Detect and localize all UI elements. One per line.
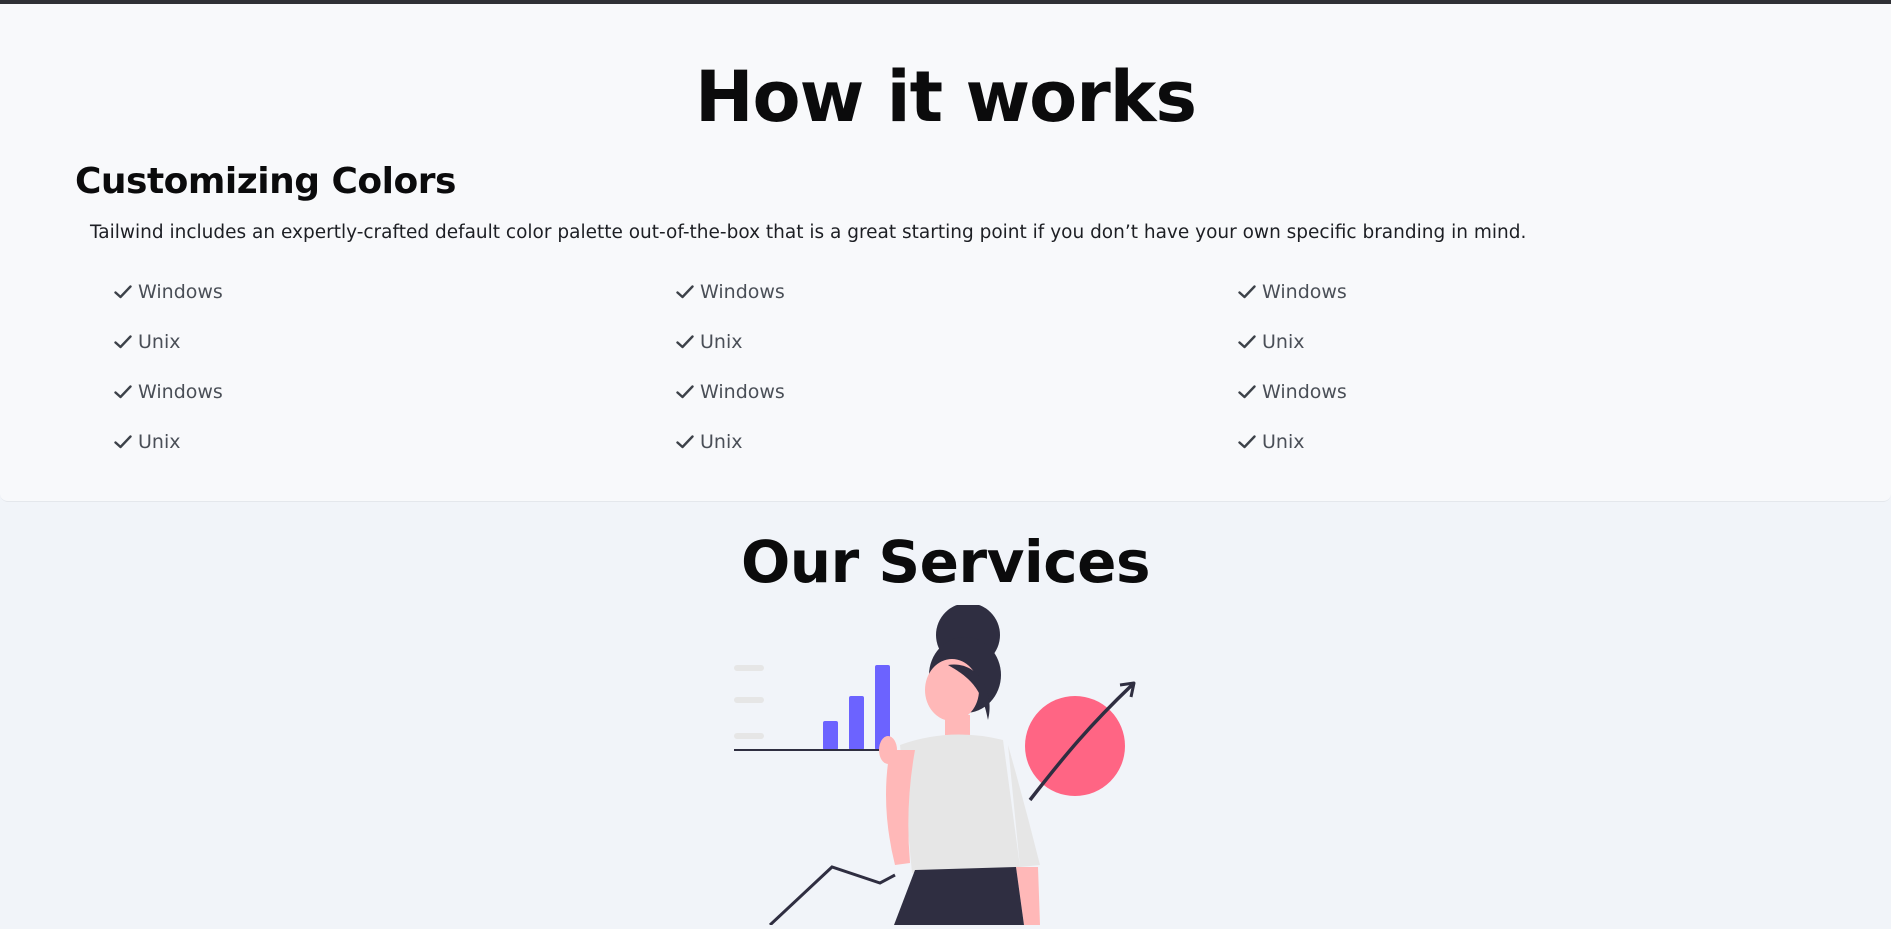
section-description: Tailwind includes an expertly-crafted de…	[90, 222, 1527, 243]
list-item: Windows	[675, 367, 1075, 417]
page-title: How it works	[694, 56, 1197, 138]
check-icon	[113, 382, 133, 402]
list-item: Windows	[113, 367, 513, 417]
list-item: Windows	[675, 267, 1075, 317]
chart-label-placeholder	[734, 697, 764, 703]
chart-label-placeholder	[734, 665, 764, 671]
how-it-works-section: How it works Customizing Colors Tailwind…	[0, 4, 1891, 502]
list-item-label: Windows	[1262, 381, 1347, 403]
face	[925, 659, 979, 721]
check-icon	[113, 332, 133, 352]
chart-bar	[823, 721, 838, 750]
list-item-label: Windows	[138, 281, 223, 303]
woman-presenting-growth-chart-illustration	[720, 603, 1150, 927]
list-item: Unix	[1237, 317, 1637, 367]
check-icon	[1237, 382, 1257, 402]
feature-column-1: Windows Unix Windows Unix	[113, 267, 513, 467]
check-icon	[675, 282, 695, 302]
check-icon	[675, 382, 695, 402]
list-item: Unix	[113, 317, 513, 367]
list-item: Windows	[113, 267, 513, 317]
section-subtitle: Customizing Colors	[75, 161, 456, 202]
check-icon	[1237, 332, 1257, 352]
check-icon	[675, 432, 695, 452]
list-item-label: Unix	[138, 331, 181, 353]
list-item-label: Unix	[700, 431, 743, 453]
list-item: Unix	[675, 317, 1075, 367]
check-icon	[1237, 432, 1257, 452]
list-item-label: Windows	[138, 381, 223, 403]
list-item-label: Windows	[700, 381, 785, 403]
check-icon	[675, 332, 695, 352]
trend-line	[768, 865, 896, 927]
feature-column-3: Windows Unix Windows Unix	[1237, 267, 1637, 467]
check-icon	[113, 282, 133, 302]
list-item: Unix	[1237, 417, 1637, 467]
shirt	[900, 734, 1020, 873]
chart-label-placeholder	[734, 733, 764, 739]
list-item-label: Unix	[138, 431, 181, 453]
list-item-label: Unix	[1262, 431, 1305, 453]
list-item: Windows	[1237, 267, 1637, 317]
list-item: Windows	[1237, 367, 1637, 417]
skirt	[894, 867, 1024, 925]
chart-bar	[849, 696, 864, 750]
feature-column-2: Windows Unix Windows Unix	[675, 267, 1075, 467]
list-item-label: Unix	[1262, 331, 1305, 353]
check-icon	[113, 432, 133, 452]
list-item-label: Unix	[700, 331, 743, 353]
list-item: Unix	[113, 417, 513, 467]
list-item-label: Windows	[700, 281, 785, 303]
services-title: Our Services	[740, 528, 1151, 596]
check-icon	[1237, 282, 1257, 302]
hand	[879, 736, 897, 764]
list-item: Unix	[675, 417, 1075, 467]
list-item-label: Windows	[1262, 281, 1347, 303]
